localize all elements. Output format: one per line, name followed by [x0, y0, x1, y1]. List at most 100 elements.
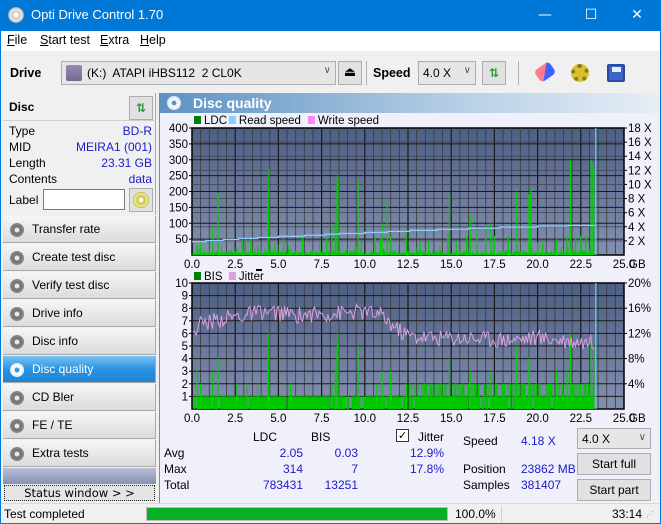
y-tick-label-right: 20%: [628, 278, 651, 290]
minimize-button[interactable]: —: [522, 0, 568, 31]
settings-button[interactable]: [568, 61, 592, 85]
menu-help-accel: H: [140, 33, 150, 47]
x-tick-label: 10.0: [354, 413, 376, 423]
disc-type-label: Type: [9, 124, 36, 138]
menu-file[interactable]: File: [7, 33, 27, 47]
y-tick-label-right: 12 X: [628, 165, 652, 177]
x-tick-label: 0.0: [184, 413, 200, 423]
nav-disc-info[interactable]: Disc info: [3, 328, 156, 355]
speed-label: Speed: [373, 66, 411, 80]
disc-type-value: BD-R: [122, 124, 152, 138]
disc-refresh-button[interactable]: ⇅: [129, 96, 153, 120]
nav-transfer-rate[interactable]: Transfer rate: [3, 216, 156, 243]
erase-button[interactable]: [533, 61, 557, 85]
close-button[interactable]: ✕: [614, 0, 660, 31]
legend-label: BIS: [204, 271, 223, 283]
x-tick-label: 17.5: [483, 259, 505, 271]
menu-file-text: ile: [14, 33, 28, 47]
eject-button[interactable]: ⏏: [338, 61, 362, 85]
menu-extra[interactable]: Extra: [100, 33, 129, 47]
y-tick-label-left: 7: [182, 316, 188, 328]
drive-label: Drive: [10, 66, 42, 80]
drive-info-icon: [10, 307, 24, 321]
nav-label: Verify test disc: [32, 278, 110, 292]
stats-ldc-header: LDC: [253, 430, 278, 444]
disc-quality-icon: [167, 96, 181, 110]
nav-extra-tests[interactable]: Extra tests: [3, 440, 156, 467]
y-tick-label-right: 16%: [628, 303, 651, 315]
progress-text: 100.0%: [455, 507, 496, 521]
y-tick-label-left: 300: [169, 155, 188, 167]
jitter-checkbox[interactable]: ✓: [396, 429, 409, 442]
chart-area: 50 100 150 200 250 300 350 400 2 X 4 X 6 X 8 X 10 X 1…: [160, 113, 660, 503]
menu-help[interactable]: Help: [140, 33, 166, 47]
menu-start-test[interactable]: Start test: [40, 33, 90, 47]
y-tick-label-right: 8 X: [628, 194, 646, 206]
nav-label: Disc info: [32, 334, 79, 348]
verify-disc-icon: [10, 279, 24, 293]
cd-bler-icon: [10, 391, 24, 405]
start-part-button[interactable]: Start part: [577, 479, 651, 501]
x-tick-label: 0.0: [184, 259, 200, 271]
position-label: Position: [463, 462, 506, 476]
legend-label: LDC: [204, 115, 227, 127]
transfer-rate-icon: [10, 223, 24, 237]
maximize-button[interactable]: ☐: [568, 0, 614, 31]
drive-select[interactable]: (K:) ATAPI iHBS112 2 CL0K ∨: [61, 61, 336, 85]
y-tick-label-left: 100: [169, 218, 188, 230]
y-tick-label-left: 2: [182, 379, 188, 391]
position-value: 23862 MB: [521, 462, 576, 476]
disc-icon: [133, 192, 149, 208]
nav-fe-te[interactable]: FE / TE: [3, 412, 156, 439]
disc-row-mid: MID MEIRA1 (001): [9, 140, 154, 154]
y-tick-label-left: 350: [169, 139, 188, 151]
elapsed-time: 33:14: [612, 507, 643, 521]
nav-drive-info[interactable]: Drive info: [3, 300, 156, 327]
app-disc-icon: [8, 7, 24, 23]
y-tick-label-left: 10: [175, 278, 188, 290]
test-speed-select[interactable]: 4.0 X ∨: [577, 428, 651, 449]
nav-create-test-disc[interactable]: Create test disc: [3, 244, 156, 271]
menu-bar: File Start test Extra Help: [1, 31, 660, 51]
y-tick-label-left: 400: [169, 123, 188, 135]
x-tick-label: 22.5: [570, 413, 592, 423]
divider: [3, 120, 156, 121]
app-window: Opti Drive Control 1.70 — ☐ ✕ File Start…: [1, 0, 660, 523]
chevron-down-icon: ∨: [323, 65, 331, 76]
disc-info-panel: Disc ⇅ Type BD-R MID MEIRA1 (001) Length 23…: [3, 93, 156, 215]
x-tick-label: 2.5: [227, 413, 243, 423]
speed-select-value: 4.0 X: [423, 66, 452, 80]
y-tick-label-left: 50: [175, 234, 188, 246]
legend-swatch: [228, 272, 236, 280]
nav-cd-bler[interactable]: CD Bler: [3, 384, 156, 411]
nav-label: Disc quality: [32, 362, 94, 376]
toolbar-separator: [366, 61, 367, 85]
test-speed-value: 4.0 X: [582, 432, 611, 446]
disc-label-button[interactable]: [129, 188, 153, 212]
disc-header: Disc: [9, 100, 35, 114]
nav-label: Transfer rate: [32, 222, 101, 236]
x-tick-label: 5.0: [270, 413, 286, 423]
status-window-button[interactable]: Status window > >: [4, 485, 155, 501]
extra-tests-icon: [10, 447, 24, 461]
toolbar-separator: [518, 61, 519, 85]
y-tick-label-right: 8%: [628, 354, 645, 366]
stats-total-bis: 13251: [324, 478, 358, 492]
disc-row-contents: Contents data: [9, 172, 154, 186]
y-tick-label-right: 4%: [628, 379, 645, 391]
start-full-button[interactable]: Start full: [577, 453, 651, 475]
speed-select[interactable]: 4.0 X ∨: [418, 61, 476, 85]
disc-label-input[interactable]: [43, 189, 125, 210]
stats-avg-label: Avg: [164, 446, 185, 460]
nav-disc-quality[interactable]: Disc quality: [3, 356, 156, 383]
resize-grip-icon[interactable]: ⋰: [646, 510, 654, 519]
menu-extra-text: xtra: [108, 33, 130, 47]
refresh-button[interactable]: ⇅: [482, 61, 506, 85]
save-button[interactable]: [604, 61, 628, 85]
progress-bar: [146, 507, 448, 521]
nav-verify-test-disc[interactable]: Verify test disc: [3, 272, 156, 299]
refresh-icon: ⇅: [488, 66, 500, 80]
y-tick-label-right: 16 X: [628, 137, 652, 149]
jitter-label: Jitter: [418, 430, 445, 444]
disc-mid-label: MID: [9, 140, 31, 154]
